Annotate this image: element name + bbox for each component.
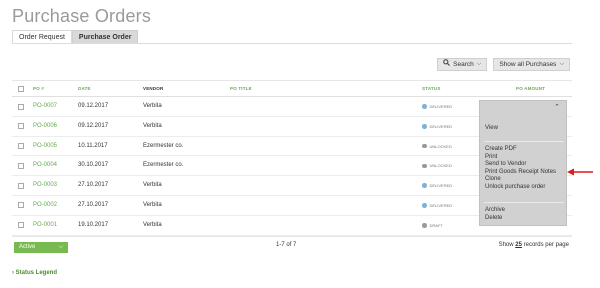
- search-label: Search: [453, 61, 474, 68]
- row-checkbox[interactable]: [18, 182, 24, 189]
- status-text: UNLOCKED: [429, 163, 452, 169]
- status-text: DELIVERED: [429, 183, 453, 189]
- po-number-link[interactable]: PO-0001: [33, 222, 57, 228]
- toolbar: Search ⌵ Show all Purchases ⌵: [437, 58, 570, 71]
- menu-separator: [484, 202, 564, 203]
- row-checkbox[interactable]: [18, 123, 24, 130]
- chevron-down-icon: ⌵: [58, 244, 63, 250]
- page-title: Purchase Orders: [12, 6, 152, 26]
- status-text: UNLOCKED: [429, 143, 452, 149]
- po-date: 09.12.2017: [78, 103, 109, 109]
- vendor-name: Ezermester co.: [143, 142, 184, 149]
- po-date: 30.10.2017: [78, 162, 109, 169]
- col-po[interactable]: PO #: [33, 86, 44, 91]
- active-filter-label: Active: [19, 244, 36, 250]
- search-icon: [443, 59, 451, 70]
- status-badge: UNLOCKED: [422, 144, 452, 149]
- status-text: DELIVERED: [429, 202, 453, 208]
- status-dot: [422, 203, 427, 208]
- row-checkbox[interactable]: [18, 103, 24, 110]
- chevron-right-icon: ›: [12, 270, 14, 276]
- tab-purchase-order[interactable]: Purchase Order: [71, 30, 139, 43]
- po-number-link[interactable]: PO-0006: [33, 123, 57, 129]
- vendor-name: Verbita: [143, 221, 162, 228]
- purchase-filter-dropdown[interactable]: Show all Purchases ⌵: [493, 58, 570, 71]
- col-po-title[interactable]: PO TITLE: [230, 86, 252, 91]
- table-header: PO # DATE VENDOR PO TITLE STATUS PO AMOU…: [12, 80, 572, 97]
- col-amount[interactable]: PO AMOUNT: [516, 86, 545, 91]
- menu-item-view[interactable]: View: [485, 125, 498, 131]
- red-arrow-annotation: [567, 168, 593, 176]
- tab-order-request[interactable]: Order Request: [12, 30, 72, 43]
- status-dot: [422, 104, 427, 109]
- status-badge: DELIVERED: [422, 124, 452, 129]
- chevron-down-icon: ⌵: [559, 61, 564, 67]
- po-date: 19.10.2017: [78, 221, 109, 228]
- row-context-menu: ⌃ View Create PDF Print Send to Vendor Print…: [479, 100, 567, 226]
- po-date: 09.12.2017: [78, 122, 109, 129]
- status-dot: [422, 223, 427, 228]
- row-checkbox[interactable]: [18, 143, 24, 150]
- po-number-link[interactable]: PO-0007: [33, 103, 57, 109]
- vendor-name: Ezermester co.: [143, 162, 184, 169]
- menu-item-archive[interactable]: Archive: [485, 207, 505, 213]
- po-date: 27.10.2017: [78, 182, 109, 189]
- col-date[interactable]: DATE: [78, 86, 91, 91]
- menu-separator: [484, 141, 564, 142]
- po-number-link[interactable]: PO-0004: [33, 162, 57, 168]
- po-number-link[interactable]: PO-0003: [33, 182, 57, 188]
- po-date: 10.11.2017: [78, 142, 108, 149]
- tab-bar: Order Request Purchase Order: [12, 30, 139, 43]
- menu-item-send-to-vendor[interactable]: Send to Vendor: [485, 161, 526, 167]
- status-text: DELIVERED: [429, 123, 453, 129]
- footer-divider: [12, 236, 572, 237]
- status-dot: [422, 143, 427, 149]
- status-text: DELIVERED: [429, 104, 453, 109]
- pager-text: 1-7 of 7: [276, 242, 297, 248]
- tabs-divider: [12, 43, 572, 44]
- menu-item-print[interactable]: Print: [485, 154, 497, 160]
- page-size-suffix: records per page: [523, 242, 569, 248]
- menu-item-unlock-purchase-order[interactable]: Unlock purchase order: [485, 184, 545, 190]
- vendor-name: Verbita: [143, 201, 162, 208]
- menu-item-create-pdf[interactable]: Create PDF: [485, 146, 517, 152]
- status-dot: [422, 183, 427, 188]
- active-filter-select[interactable]: Active ⌵: [14, 242, 68, 253]
- status-dot: [422, 163, 427, 169]
- page-size-value[interactable]: 25: [515, 242, 522, 248]
- row-checkbox[interactable]: [18, 222, 24, 229]
- status-badge: DELIVERED: [422, 203, 452, 208]
- vendor-name: Verbita: [143, 182, 162, 189]
- chevron-down-icon: ⌵: [476, 61, 482, 67]
- row-checkbox[interactable]: [18, 162, 24, 169]
- chevron-up-icon[interactable]: ⌃: [554, 103, 560, 111]
- col-status[interactable]: STATUS: [422, 86, 441, 91]
- menu-item-clone[interactable]: Clone: [485, 176, 501, 182]
- po-number-link[interactable]: PO-0005: [33, 143, 57, 149]
- status-badge: DRAFT: [422, 223, 443, 228]
- status-badge: DELIVERED: [422, 104, 452, 109]
- search-button[interactable]: Search ⌵: [437, 58, 488, 71]
- menu-item-delete[interactable]: Delete: [485, 215, 502, 221]
- status-text: DRAFT: [429, 222, 443, 228]
- page-size-prefix: Show: [498, 242, 514, 248]
- menu-item-print-goods-receipt-notes[interactable]: Print Goods Receipt Notes: [485, 169, 556, 175]
- po-date: 27.10.2017: [78, 201, 109, 208]
- page-size-control: Show 25 records per page: [499, 242, 569, 248]
- vendor-name: Verbita: [143, 122, 162, 129]
- status-dot: [422, 124, 427, 129]
- status-badge: DELIVERED: [422, 183, 452, 188]
- vendor-name: Verbita: [143, 103, 162, 109]
- row-checkbox[interactable]: [18, 202, 24, 209]
- status-legend-toggle[interactable]: › Status Legend: [12, 270, 57, 276]
- col-vendor[interactable]: VENDOR: [143, 86, 163, 91]
- status-legend-label: Status Legend: [15, 270, 58, 276]
- status-badge: UNLOCKED: [422, 163, 452, 168]
- filter-label: Show all Purchases: [499, 61, 557, 68]
- select-all-checkbox[interactable]: [18, 86, 24, 92]
- po-number-link[interactable]: PO-0002: [33, 202, 57, 208]
